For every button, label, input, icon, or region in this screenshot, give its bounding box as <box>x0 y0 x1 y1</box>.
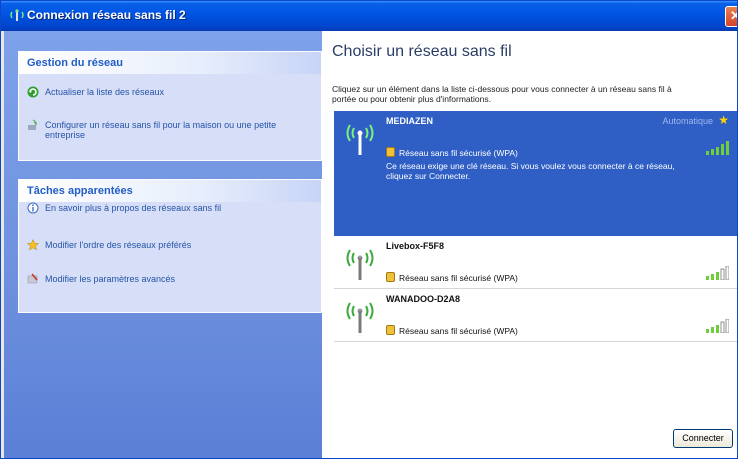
setup-wireless-network-link[interactable]: Configurer un réseau sans fil pour la ma… <box>19 119 319 145</box>
info-icon <box>27 202 39 214</box>
title-bar[interactable]: Connexion réseau sans fil 2 ✕ <box>1 1 737 31</box>
task-pane: Gestion du réseau Actualiser la liste de… <box>4 31 322 458</box>
signal-strength-icon <box>706 319 729 333</box>
instructions-line-2: portée ou pour obtenir plus d'informatio… <box>332 94 491 104</box>
instructions-line-1: Cliquez sur un élément dans la liste ci-… <box>332 84 672 94</box>
network-item-wanadoo[interactable]: WANADOO-D2A8 Réseau sans fil sécurisé (W… <box>334 289 737 341</box>
close-icon: ✕ <box>730 8 737 24</box>
list-separator <box>334 341 737 342</box>
wireless-antenna-icon <box>346 124 374 155</box>
change-preferred-order-label: Modifier l'ordre des réseaux préférés <box>45 240 192 250</box>
security-line: Réseau sans fil sécurisé (WPA) <box>386 147 518 158</box>
change-advanced-settings-label: Modifier les paramètres avancés <box>45 274 176 284</box>
network-tasks-header: Gestion du réseau <box>19 52 321 74</box>
change-advanced-settings-link[interactable]: Modifier les paramètres avancés <box>19 273 319 287</box>
refresh-network-list-label: Actualiser la liste des réseaux <box>45 87 165 97</box>
wireless-connection-window: Connexion réseau sans fil 2 ✕ Gestion du… <box>0 0 738 459</box>
close-button[interactable]: ✕ <box>725 6 737 27</box>
wireless-network-icon <box>10 9 24 21</box>
star-icon <box>27 239 39 251</box>
signal-strength-icon <box>706 141 729 155</box>
network-ssid: MEDIAZEN <box>386 116 433 126</box>
refresh-icon <box>27 86 39 98</box>
security-line: Réseau sans fil sécurisé (WPA) <box>386 272 518 283</box>
learn-about-wireless-label: En savoir plus à propos des réseaux sans… <box>45 203 222 213</box>
network-list-pane: Choisir un réseau sans fil Cliquez sur u… <box>322 31 737 458</box>
network-security: Réseau sans fil sécurisé (WPA) <box>399 273 518 283</box>
network-item-livebox[interactable]: Livebox-F5F8 Réseau sans fil sécurisé (W… <box>334 236 737 288</box>
connect-button[interactable]: Connecter <box>673 429 733 448</box>
network-security: Réseau sans fil sécurisé (WPA) <box>399 148 518 158</box>
network-description: Ce réseau exige une clé réseau. Si vous … <box>386 161 731 181</box>
wireless-antenna-icon <box>346 302 374 333</box>
settings-icon <box>27 273 38 284</box>
network-ssid: WANADOO-D2A8 <box>386 294 461 304</box>
network-mode: Automatique <box>662 116 713 126</box>
security-line: Réseau sans fil sécurisé (WPA) <box>386 325 518 336</box>
preferred-star-icon: ★ <box>718 113 729 127</box>
refresh-network-list-link[interactable]: Actualiser la liste des réseaux <box>19 86 319 100</box>
network-tasks-panel: Gestion du réseau Actualiser la liste de… <box>18 51 322 161</box>
network-item-mediazen[interactable]: MEDIAZEN Automatique ★ Réseau sans fil s… <box>334 111 737 236</box>
network-ssid: Livebox-F5F8 <box>386 241 445 251</box>
lock-icon <box>386 272 395 282</box>
setup-wireless-network-label-2: entreprise <box>45 130 86 140</box>
related-tasks-panel: Tâches apparentées En savoir plus à prop… <box>18 179 322 313</box>
related-tasks-header: Tâches apparentées <box>19 180 321 202</box>
setup-wireless-network-label-1: Configurer un réseau sans fil pour la ma… <box>45 120 277 130</box>
page-title: Choisir un réseau sans fil <box>332 43 512 60</box>
lock-icon <box>386 325 395 335</box>
lock-icon <box>386 147 395 157</box>
change-preferred-order-link[interactable]: Modifier l'ordre des réseaux préférés <box>19 239 319 253</box>
network-description-line-1: Ce réseau exige une clé réseau. Si vous … <box>386 161 675 171</box>
wireless-antenna-icon <box>346 249 374 280</box>
setup-network-icon <box>28 119 37 130</box>
learn-about-wireless-link[interactable]: En savoir plus à propos des réseaux sans… <box>19 202 319 216</box>
signal-strength-icon <box>706 266 729 280</box>
network-security: Réseau sans fil sécurisé (WPA) <box>399 326 518 336</box>
network-list[interactable]: MEDIAZEN Automatique ★ Réseau sans fil s… <box>334 111 737 447</box>
instructions-text: Cliquez sur un élément dans la liste ci-… <box>332 84 732 104</box>
network-description-line-2: cliquez sur Connecter. <box>386 171 471 181</box>
window-title: Connexion réseau sans fil 2 <box>27 8 186 22</box>
